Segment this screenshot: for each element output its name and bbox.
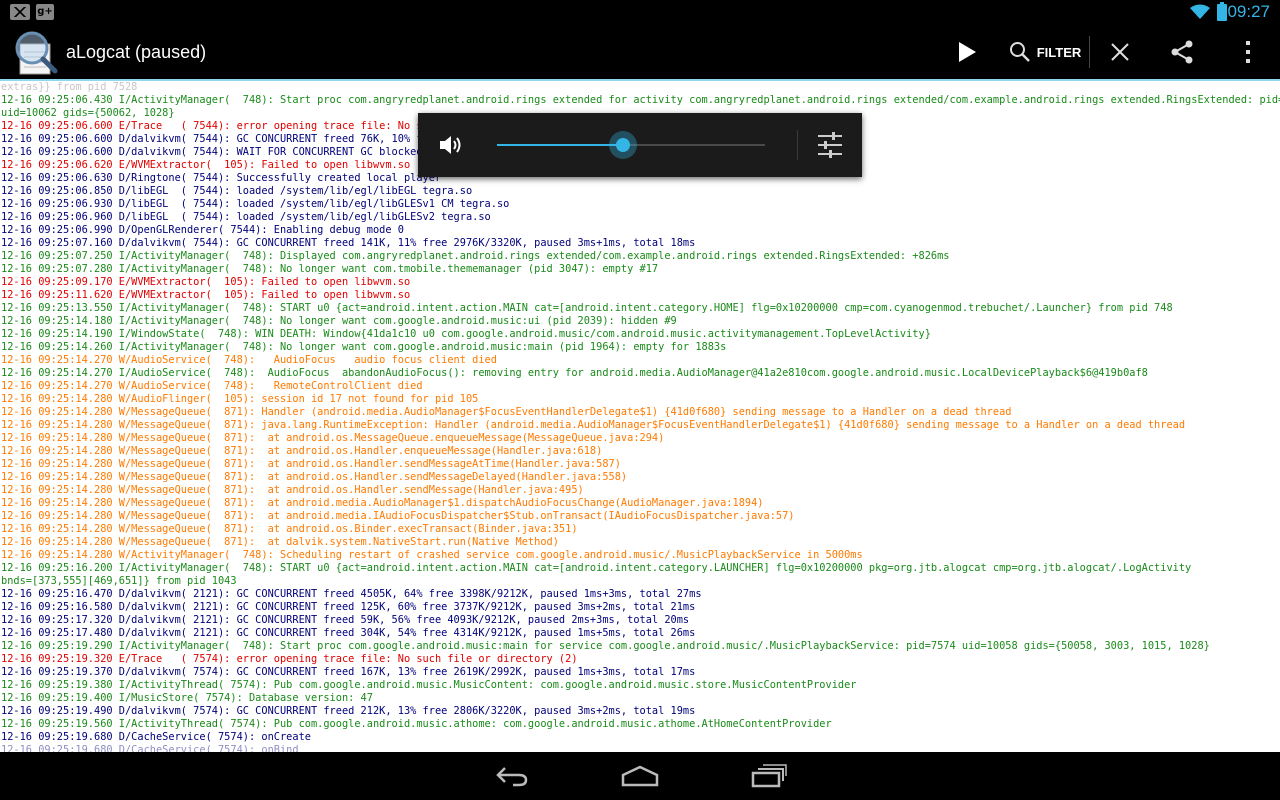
log-line[interactable]: 12-16 09:25:14.280 W/AudioFlinger( 105):… bbox=[0, 393, 1280, 406]
log-line[interactable]: 12-16 09:25:19.380 I/ActivityThread( 757… bbox=[0, 679, 1280, 692]
log-line[interactable]: 12-16 09:25:14.280 W/MessageQueue( 871):… bbox=[0, 510, 1280, 523]
overflow-menu-icon bbox=[1246, 41, 1250, 63]
log-line[interactable]: 12-16 09:25:14.280 W/MessageQueue( 871):… bbox=[0, 445, 1280, 458]
log-line[interactable]: 12-16 09:25:14.280 W/MessageQueue( 871):… bbox=[0, 458, 1280, 471]
navigation-bar bbox=[0, 752, 1280, 800]
log-line[interactable]: 12-16 09:25:14.280 W/MessageQueue( 871):… bbox=[0, 471, 1280, 484]
log-line[interactable]: 12-16 09:25:14.190 I/WindowState( 748): … bbox=[0, 328, 1280, 341]
log-line[interactable]: 12-16 09:25:17.480 D/dalvikvm( 2121): GC… bbox=[0, 627, 1280, 640]
log-line[interactable]: 12-16 09:25:19.560 I/ActivityThread( 757… bbox=[0, 718, 1280, 731]
log-line[interactable]: 12-16 09:25:14.280 W/MessageQueue( 871):… bbox=[0, 432, 1280, 445]
back-icon bbox=[496, 767, 528, 787]
log-line[interactable]: 12-16 09:25:14.280 W/MessageQueue( 871):… bbox=[0, 523, 1280, 536]
volume-panel-divider bbox=[797, 130, 798, 160]
log-line[interactable]: 12-16 09:25:11.620 E/WVMExtractor( 105):… bbox=[0, 289, 1280, 302]
log-line[interactable]: 12-16 09:25:14.270 W/AudioService( 748):… bbox=[0, 354, 1280, 367]
volume-slider-thumb[interactable] bbox=[608, 131, 637, 159]
log-line[interactable]: 12-16 09:25:14.280 W/MessageQueue( 871):… bbox=[0, 419, 1280, 432]
log-line[interactable]: 12-16 09:25:06.850 D/libEGL ( 7544): loa… bbox=[0, 185, 1280, 198]
home-icon bbox=[621, 765, 659, 787]
log-line[interactable]: 12-16 09:25:14.280 W/MessageQueue( 871):… bbox=[0, 497, 1280, 510]
close-icon bbox=[1111, 43, 1129, 61]
log-line[interactable]: 12-16 09:25:13.550 I/ActivityManager( 74… bbox=[0, 302, 1280, 315]
recent-apps-button[interactable] bbox=[729, 752, 809, 800]
log-line[interactable]: 12-16 09:25:16.580 D/dalvikvm( 2121): GC… bbox=[0, 601, 1280, 614]
log-line[interactable]: 12-16 09:25:14.270 I/AudioService( 748):… bbox=[0, 367, 1280, 380]
log-line[interactable]: 12-16 09:25:19.680 D/CacheService( 7574)… bbox=[0, 731, 1280, 744]
log-line[interactable]: 12-16 09:25:14.180 I/ActivityManager( 74… bbox=[0, 315, 1280, 328]
status-clock: 09:27 bbox=[1227, 2, 1270, 21]
log-line[interactable]: 12-16 09:25:14.280 W/MessageQueue( 871):… bbox=[0, 406, 1280, 419]
log-line[interactable]: 12-16 09:25:06.960 D/libEGL ( 7544): loa… bbox=[0, 211, 1280, 224]
battery-icon bbox=[1217, 2, 1227, 21]
clear-button[interactable] bbox=[1098, 25, 1142, 79]
log-line[interactable]: bnds=[373,555][469,651]} from pid 1043 bbox=[0, 575, 1280, 588]
play-button[interactable] bbox=[944, 25, 990, 79]
log-line[interactable]: 12-16 09:25:16.470 D/dalvikvm( 2121): GC… bbox=[0, 588, 1280, 601]
share-icon bbox=[1171, 40, 1193, 64]
log-line[interactable]: 12-16 09:25:17.320 D/dalvikvm( 2121): GC… bbox=[0, 614, 1280, 627]
log-line[interactable]: 12-16 09:25:07.160 D/dalvikvm( 7544): GC… bbox=[0, 237, 1280, 250]
log-line[interactable]: 12-16 09:25:14.280 W/ActivityManager( 74… bbox=[0, 549, 1280, 562]
log-line[interactable]: 12-16 09:25:09.170 E/WVMExtractor( 105):… bbox=[0, 276, 1280, 289]
log-line[interactable]: 12-16 09:25:16.200 I/ActivityManager( 74… bbox=[0, 562, 1280, 575]
log-line[interactable]: 12-16 09:25:19.370 D/dalvikvm( 7574): GC… bbox=[0, 666, 1280, 679]
app-magnifier-icon[interactable] bbox=[12, 30, 60, 76]
log-line[interactable]: 12-16 09:25:14.270 W/AudioService( 748):… bbox=[0, 380, 1280, 393]
play-icon bbox=[959, 42, 976, 62]
log-line[interactable]: 12-16 09:25:06.930 D/libEGL ( 7544): loa… bbox=[0, 198, 1280, 211]
wifi-icon bbox=[1190, 4, 1210, 19]
filter-button[interactable]: FILTER bbox=[1003, 25, 1087, 79]
log-line[interactable]: 12-16 09:25:19.400 I/MusicStore( 7574): … bbox=[0, 692, 1280, 705]
log-line[interactable]: 12-16 09:25:19.320 E/Trace ( 7574): erro… bbox=[0, 653, 1280, 666]
share-button[interactable] bbox=[1160, 25, 1204, 79]
log-line[interactable]: 12-16 09:25:19.290 I/ActivityManager( 74… bbox=[0, 640, 1280, 653]
volume-panel bbox=[418, 113, 862, 177]
status-bar: g+ 09:27 bbox=[0, 0, 1280, 25]
action-bar: aLogcat (paused) FILTER bbox=[0, 25, 1280, 79]
search-icon bbox=[1009, 42, 1030, 62]
log-line[interactable]: 12-16 09:25:07.280 I/ActivityManager( 74… bbox=[0, 263, 1280, 276]
log-line[interactable]: 12-16 09:25:14.280 W/MessageQueue( 871):… bbox=[0, 536, 1280, 549]
log-line[interactable]: 12-16 09:25:14.280 W/MessageQueue( 871):… bbox=[0, 484, 1280, 497]
log-list[interactable]: extras}} from pid 7528 12-16 09:25:06.430… bbox=[0, 81, 1280, 752]
filter-label: FILTER bbox=[1036, 44, 1082, 60]
speaker-icon[interactable] bbox=[438, 133, 464, 157]
action-bar-divider bbox=[1089, 36, 1090, 68]
log-line[interactable]: 12-16 09:25:14.260 I/ActivityManager( 74… bbox=[0, 341, 1280, 354]
log-line[interactable]: extras}} from pid 7528 bbox=[0, 81, 1280, 94]
app-title: aLogcat (paused) bbox=[66, 42, 207, 62]
log-line[interactable]: 12-16 09:25:06.430 I/ActivityManager( 74… bbox=[0, 94, 1280, 107]
log-line[interactable]: 12-16 09:25:19.490 D/dalvikvm( 7574): GC… bbox=[0, 705, 1280, 718]
back-button[interactable] bbox=[472, 752, 552, 800]
volume-slider[interactable] bbox=[497, 131, 765, 159]
log-line[interactable]: 12-16 09:25:19.680 D/CacheService( 7574)… bbox=[0, 744, 1280, 752]
log-line[interactable]: 12-16 09:25:07.250 I/ActivityManager( 74… bbox=[0, 250, 1280, 263]
gmail-icon bbox=[10, 4, 30, 20]
log-line[interactable]: 12-16 09:25:06.990 D/OpenGLRenderer( 754… bbox=[0, 224, 1280, 237]
home-button[interactable] bbox=[600, 752, 680, 800]
volume-slider-fill bbox=[497, 144, 623, 146]
equalizer-settings-icon[interactable] bbox=[816, 130, 844, 160]
google-plus-icon: g+ bbox=[36, 4, 54, 20]
overflow-menu-button[interactable] bbox=[1226, 25, 1270, 79]
recent-apps-icon bbox=[751, 764, 787, 788]
